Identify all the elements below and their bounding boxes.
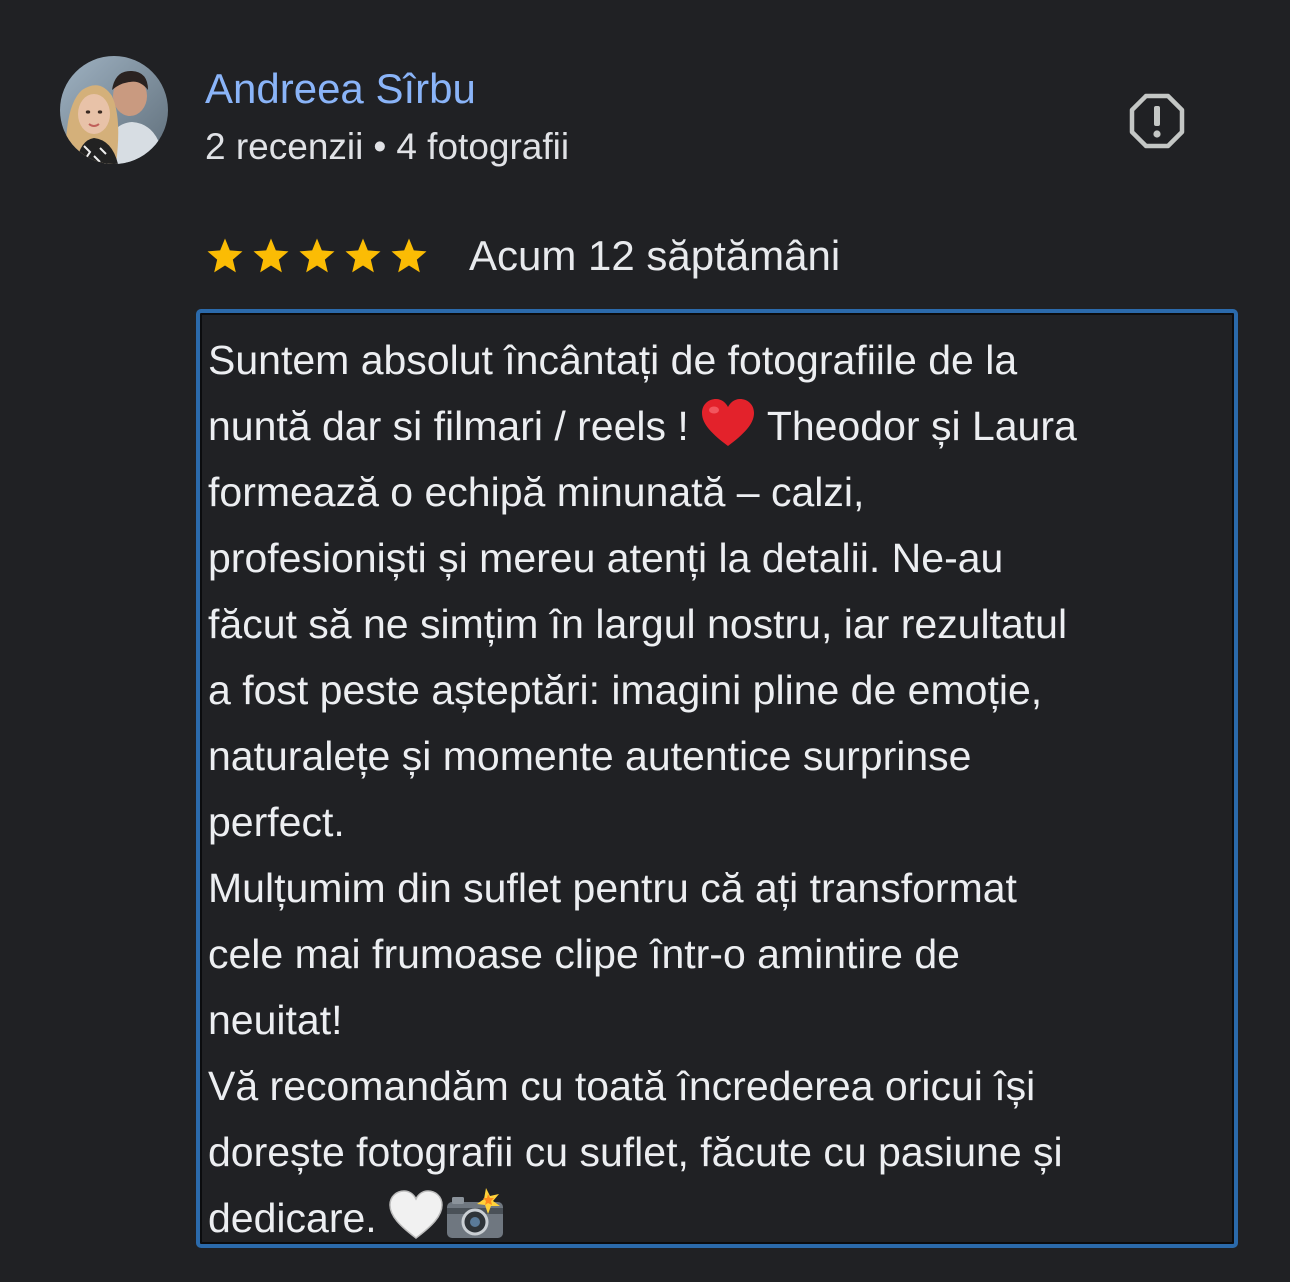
review-line: a fost peste așteptări: imagini pline de… (208, 657, 1220, 723)
review-text[interactable]: Suntem absolut încântați de fotografiile… (196, 309, 1238, 1248)
reviewer-name[interactable]: Andreea Sîrbu (205, 64, 476, 114)
review-line: naturalețe și momente autentice surprins… (208, 723, 1220, 789)
review-text-segment: cele mai frumoase clipe într-o amintire … (208, 931, 960, 977)
review-line: Vă recomandăm cu toată încrederea oricui… (208, 1053, 1220, 1119)
reviewer-stats: 2 recenzii • 4 fotografii (205, 124, 569, 170)
rating-row: Acum 12 săptămâni (205, 230, 840, 282)
review-text-segment: a fost peste așteptări: imagini pline de… (208, 667, 1043, 713)
star-icon (299, 238, 335, 273)
review-text-segment: profesioniști și mereu atenți la detalii… (208, 535, 1004, 581)
photo-count: 4 fotografii (396, 126, 570, 167)
review-card: Andreea Sîrbu 2 recenzii • 4 fotografii Ac… (0, 0, 1290, 1282)
review-text-segment: Suntem absolut încântați de fotografiile… (208, 337, 1018, 383)
review-text-segment: Theodor și Laura (756, 403, 1077, 449)
review-line: perfect. (208, 789, 1220, 855)
star-rating (205, 236, 435, 276)
white-heart-emoji (389, 1190, 443, 1239)
review-line: dorește fotografii cu suflet, făcute cu … (208, 1119, 1220, 1185)
review-line: nuntă dar si filmari / reels ! Theodor ș… (208, 393, 1220, 459)
red-heart-emoji (702, 399, 755, 446)
review-line: Suntem absolut încântați de fotografiile… (208, 327, 1220, 393)
review-line: profesioniști și mereu atenți la detalii… (208, 525, 1220, 591)
report-icon (1129, 93, 1185, 149)
review-text-segment: Mulțumim din suflet pentru că ați transf… (208, 865, 1017, 911)
review-text-segment: naturalețe și momente autentice surprins… (208, 733, 972, 779)
review-line: cele mai frumoase clipe într-o amintire … (208, 921, 1220, 987)
star-icon (207, 238, 243, 273)
report-button[interactable] (1128, 92, 1186, 150)
review-text-segment: dorește fotografii cu suflet, făcute cu … (208, 1129, 1063, 1175)
review-text-segment: neuitat! (208, 997, 343, 1043)
review-text-segment: nuntă dar si filmari / reels ! (208, 403, 701, 449)
review-text-segment: făcut să ne simțim în largul nostru, iar… (208, 601, 1068, 647)
review-text-segment: Vă recomandăm cu toată încrederea oricui… (208, 1063, 1036, 1109)
camera-flash-emoji (447, 1188, 504, 1238)
review-line: neuitat! (208, 987, 1220, 1053)
star-icon (391, 238, 427, 273)
review-text-segment: perfect. (208, 799, 345, 845)
star-icon (345, 238, 381, 273)
star-icon (253, 238, 289, 273)
review-line: dedicare. (208, 1185, 1220, 1251)
review-line: Mulțumim din suflet pentru că ați transf… (208, 855, 1220, 921)
reviewer-avatar[interactable] (60, 56, 168, 164)
review-date: Acum 12 săptămâni (469, 232, 841, 279)
review-text-segment: formează o echipă minunată – calzi, (208, 469, 865, 515)
review-count: 2 recenzii (205, 126, 364, 167)
meta-separator: • (373, 126, 387, 167)
avatar-photo (60, 56, 168, 164)
review-line: formează o echipă minunată – calzi, (208, 459, 1220, 525)
review-line: făcut să ne simțim în largul nostru, iar… (208, 591, 1220, 657)
review-text-segment: dedicare. (208, 1195, 389, 1241)
